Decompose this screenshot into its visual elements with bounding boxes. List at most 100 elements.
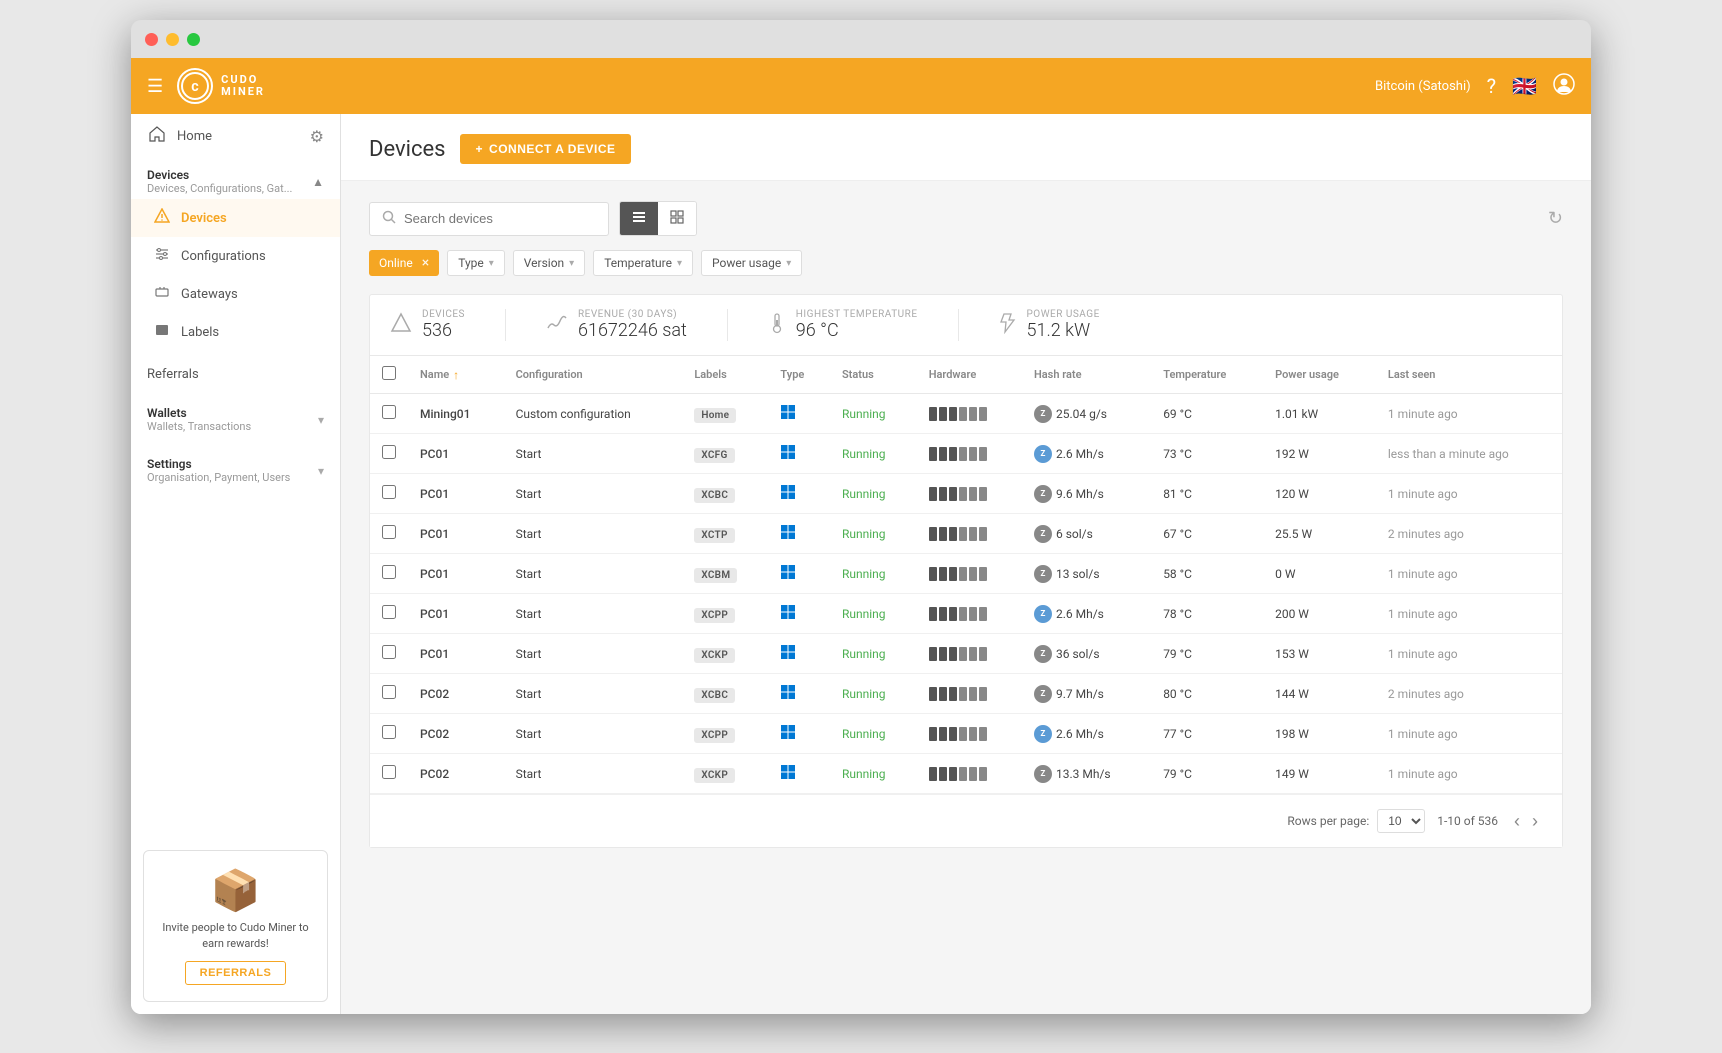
row-lastseen: 2 minutes ago bbox=[1376, 514, 1562, 554]
power-stat-icon bbox=[999, 312, 1017, 339]
sidebar-top: Home ⚙ Devices Devices, Configurations, … bbox=[131, 114, 340, 496]
online-remove[interactable]: × bbox=[422, 255, 429, 271]
filter-power-usage[interactable]: Power usage ▾ bbox=[701, 250, 802, 276]
row-status: Running bbox=[830, 594, 917, 634]
devices-section-title: Devices bbox=[147, 168, 292, 182]
sidebar-item-configurations[interactable]: Configurations bbox=[131, 237, 340, 275]
filter-online[interactable]: Online × bbox=[369, 250, 439, 276]
row-label: XCFG bbox=[682, 434, 768, 474]
devices-table: Name ↑ Configuration Labels Type Status … bbox=[370, 356, 1562, 794]
row-lastseen: 1 minute ago bbox=[1376, 594, 1562, 634]
user-icon[interactable] bbox=[1553, 73, 1575, 100]
row-status: Running bbox=[830, 714, 917, 754]
row-config: Custom configuration bbox=[504, 394, 683, 434]
list-view-button[interactable] bbox=[620, 202, 658, 235]
row-hashrate: Z 2.6 Mh/s bbox=[1022, 434, 1151, 474]
row-checkbox[interactable] bbox=[382, 525, 396, 539]
row-checkbox[interactable] bbox=[382, 565, 396, 579]
sidebar-item-home[interactable]: Home ⚙ bbox=[131, 114, 340, 158]
refresh-button[interactable]: ↻ bbox=[1548, 208, 1563, 229]
row-checkbox[interactable] bbox=[382, 645, 396, 659]
sidebar-item-settings[interactable]: Settings Organisation, Payment, Users ▾ bbox=[131, 445, 340, 496]
devices-label: Devices bbox=[181, 211, 227, 226]
name-sort[interactable]: Name ↑ bbox=[420, 368, 492, 382]
sidebar-item-gateways[interactable]: Gateways bbox=[131, 275, 340, 313]
filter-row: Online × Type ▾ Version ▾ Temperature ▾ bbox=[369, 250, 1563, 276]
select-all-checkbox[interactable] bbox=[382, 366, 396, 380]
row-temperature: 79 °C bbox=[1151, 634, 1263, 674]
main-content: Devices + CONNECT A DEVICE bbox=[341, 114, 1591, 1014]
row-checkbox[interactable] bbox=[382, 445, 396, 459]
row-temperature: 73 °C bbox=[1151, 434, 1263, 474]
row-checkbox[interactable] bbox=[382, 765, 396, 779]
referrals-label: Referrals bbox=[147, 367, 199, 382]
row-status: Running bbox=[830, 754, 917, 794]
search-input[interactable] bbox=[404, 211, 596, 226]
row-hashrate: Z 9.6 Mh/s bbox=[1022, 474, 1151, 514]
referrals-button[interactable]: REFERRALS bbox=[185, 961, 287, 985]
row-lastseen: less than a minute ago bbox=[1376, 434, 1562, 474]
menu-icon[interactable]: ☰ bbox=[147, 76, 163, 97]
name-col-label: Name bbox=[420, 368, 449, 381]
close-dot[interactable] bbox=[145, 33, 158, 46]
row-lastseen: 2 minutes ago bbox=[1376, 674, 1562, 714]
row-hardware bbox=[917, 714, 1022, 754]
stats-bar: DEVICES 536 REVENUE (30 DAYS) 6167224 bbox=[369, 294, 1563, 355]
sidebar-item-wallets[interactable]: Wallets Wallets, Transactions ▾ bbox=[131, 394, 340, 445]
row-config: Start bbox=[504, 594, 683, 634]
logo: C CUDO MINER bbox=[177, 68, 265, 104]
devices-icon bbox=[153, 208, 171, 228]
next-page-button[interactable]: › bbox=[1528, 811, 1542, 832]
row-hardware bbox=[917, 594, 1022, 634]
home-icon bbox=[147, 126, 167, 146]
row-checkbox[interactable] bbox=[382, 485, 396, 499]
temperature-stat-label: HIGHEST TEMPERATURE bbox=[796, 309, 918, 320]
flag-icon[interactable]: 🇬🇧 bbox=[1512, 74, 1537, 98]
settings-collapse[interactable]: ▾ bbox=[318, 464, 324, 478]
page-info: 1-10 of 536 bbox=[1437, 814, 1498, 828]
collapse-icon[interactable]: ▲ bbox=[312, 175, 324, 189]
table-row: PC01 Start XCKP Running Z bbox=[370, 634, 1562, 674]
row-checkbox[interactable] bbox=[382, 725, 396, 739]
maximize-dot[interactable] bbox=[187, 33, 200, 46]
wallets-collapse[interactable]: ▾ bbox=[318, 413, 324, 427]
row-label: Home bbox=[682, 394, 768, 434]
row-power: 192 W bbox=[1263, 434, 1376, 474]
revenue-stat-value: 61672246 sat bbox=[578, 320, 687, 341]
filter-type[interactable]: Type ▾ bbox=[447, 250, 505, 276]
temperature-label: Temperature bbox=[604, 256, 672, 270]
row-checkbox[interactable] bbox=[382, 605, 396, 619]
connect-device-button[interactable]: + CONNECT A DEVICE bbox=[460, 134, 632, 164]
devices-stat-value: 536 bbox=[422, 320, 465, 341]
settings-icon[interactable]: ⚙ bbox=[310, 127, 324, 146]
row-config: Start bbox=[504, 754, 683, 794]
row-checkbox[interactable] bbox=[382, 685, 396, 699]
power-col-label: Power usage bbox=[1263, 356, 1376, 394]
help-icon[interactable]: ? bbox=[1487, 74, 1496, 98]
table-row: Mining01 Custom configuration Home Runni… bbox=[370, 394, 1562, 434]
row-temperature: 67 °C bbox=[1151, 514, 1263, 554]
connect-icon: + bbox=[476, 142, 484, 156]
grid-view-button[interactable] bbox=[658, 202, 696, 235]
filter-version[interactable]: Version ▾ bbox=[513, 250, 585, 276]
type-arrow: ▾ bbox=[489, 258, 494, 269]
row-hardware bbox=[917, 474, 1022, 514]
row-hashrate: Z 6 sol/s bbox=[1022, 514, 1151, 554]
row-type bbox=[768, 434, 830, 474]
prev-page-button[interactable]: ‹ bbox=[1510, 811, 1524, 832]
type-label: Type bbox=[458, 256, 484, 270]
rows-per-page-select[interactable]: 10 25 50 bbox=[1377, 809, 1425, 833]
minimize-dot[interactable] bbox=[166, 33, 179, 46]
settings-title: Settings bbox=[147, 457, 290, 471]
sidebar-item-devices[interactable]: Devices bbox=[131, 199, 340, 237]
revenue-stat-label: REVENUE (30 DAYS) bbox=[578, 309, 687, 320]
row-name: Mining01 bbox=[408, 394, 504, 434]
row-type bbox=[768, 394, 830, 434]
row-checkbox[interactable] bbox=[382, 405, 396, 419]
stat-power: POWER USAGE 51.2 kW bbox=[999, 309, 1140, 341]
filter-temperature[interactable]: Temperature ▾ bbox=[593, 250, 693, 276]
row-name: PC02 bbox=[408, 754, 504, 794]
svg-text:C: C bbox=[192, 81, 199, 94]
sidebar-item-labels[interactable]: Labels bbox=[131, 313, 340, 351]
sidebar-item-referrals[interactable]: Referrals bbox=[131, 355, 340, 394]
